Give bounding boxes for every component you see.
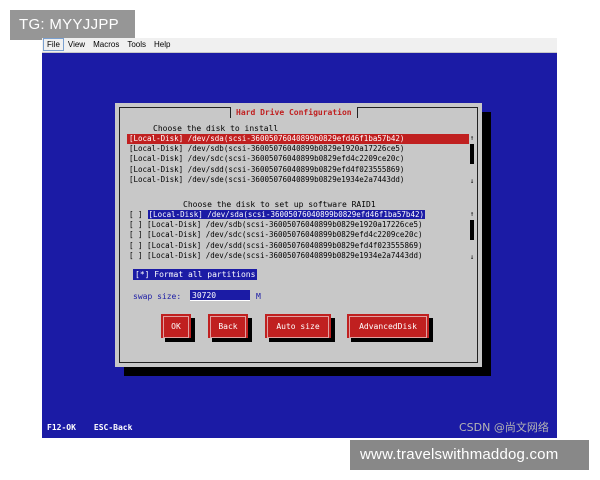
back-button-label[interactable]: Back (210, 316, 246, 338)
raid-disk-option[interactable]: [ ] [Local-Disk] /dev/sdd(scsi-360050760… (127, 241, 469, 251)
menu-view[interactable]: View (64, 38, 89, 52)
install-list-scrollbar[interactable]: ↑ ↓ (469, 134, 475, 185)
swap-size-input[interactable]: 30720 (190, 290, 250, 301)
f12-ok-hint: F12-OK (47, 423, 76, 432)
menu-file[interactable]: File (43, 38, 64, 51)
tg-watermark: TG: MYYJJPP (10, 10, 135, 40)
raid-checkbox[interactable]: [ ] (129, 210, 143, 219)
install-disk-option[interactable]: [Local-Disk] /dev/sde(scsi-3600507604089… (127, 175, 469, 185)
raid-disk-option[interactable]: [ ] [Local-Disk] /dev/sdc(scsi-360050760… (127, 230, 469, 240)
raid-disk-option[interactable]: [ ] [Local-Disk] /dev/sdb(scsi-360050760… (127, 220, 469, 230)
menu-bar: File View Macros Tools Help (42, 38, 557, 53)
console-screen: Hard Drive Configuration Choose the disk… (42, 53, 557, 438)
menu-macros[interactable]: Macros (89, 38, 123, 52)
swap-size-label: swap size: (133, 292, 182, 301)
advanced-disk-button[interactable]: AdvancedDisk (347, 314, 429, 338)
menu-help[interactable]: Help (150, 38, 174, 52)
install-disk-option[interactable]: [Local-Disk] /dev/sdd(scsi-3600507604089… (127, 165, 469, 175)
install-disk-option[interactable]: [Local-Disk] /dev/sda(scsi-3600507604089… (127, 134, 469, 145)
raid-disk-label: Choose the disk to set up software RAID1 (183, 200, 376, 209)
dialog-title: Hard Drive Configuration (230, 107, 358, 118)
install-disk-option[interactable]: [Local-Disk] /dev/sdc(scsi-3600507604089… (127, 154, 469, 164)
scroll-down-arrow-icon[interactable]: ↓ (469, 253, 475, 261)
scroll-up-arrow-icon[interactable]: ↑ (469, 210, 475, 218)
ok-button-label[interactable]: OK (163, 316, 189, 338)
swap-unit-label: M (256, 292, 261, 301)
raid-disk-selected-label[interactable]: [Local-Disk] /dev/sda(scsi-3600507604089… (147, 210, 425, 219)
status-bar: F12-OK ESC-Back (47, 423, 150, 432)
url-watermark: www.travelswithmaddog.com (350, 440, 589, 470)
auto-size-button-label[interactable]: Auto size (267, 316, 329, 338)
install-disk-label: Choose the disk to install (153, 124, 279, 133)
install-disk-list[interactable]: [Local-Disk] /dev/sda(scsi-3600507604089… (127, 134, 474, 185)
csdn-watermark: CSDN @尚文网络 (459, 421, 549, 434)
scroll-up-arrow-icon[interactable]: ↑ (469, 134, 475, 142)
ok-button[interactable]: OK (161, 314, 191, 338)
back-button[interactable]: Back (208, 314, 248, 338)
raid-list-scrollbar[interactable]: ↑ ↓ (469, 210, 475, 261)
scroll-down-arrow-icon[interactable]: ↓ (469, 177, 475, 185)
install-disk-option[interactable]: [Local-Disk] /dev/sdb(scsi-3600507604089… (127, 144, 469, 154)
esc-back-hint: ESC-Back (93, 423, 133, 432)
raid-disk-option[interactable]: [ ] [Local-Disk] /dev/sde(scsi-360050760… (127, 251, 469, 261)
format-partitions-checkbox[interactable]: [*] Format all partitions (133, 269, 258, 280)
raid-disk-option[interactable]: [ ] [Local-Disk] /dev/sda(scsi-3600507604… (127, 210, 469, 220)
hard-drive-config-dialog: Hard Drive Configuration Choose the disk… (115, 103, 482, 367)
scroll-thumb[interactable] (470, 144, 474, 164)
advanced-disk-button-label[interactable]: AdvancedDisk (349, 316, 427, 338)
raid-disk-list[interactable]: [ ] [Local-Disk] /dev/sda(scsi-3600507604… (127, 210, 474, 261)
menu-tools[interactable]: Tools (123, 38, 150, 52)
scroll-thumb[interactable] (470, 220, 474, 240)
auto-size-button[interactable]: Auto size (265, 314, 331, 338)
